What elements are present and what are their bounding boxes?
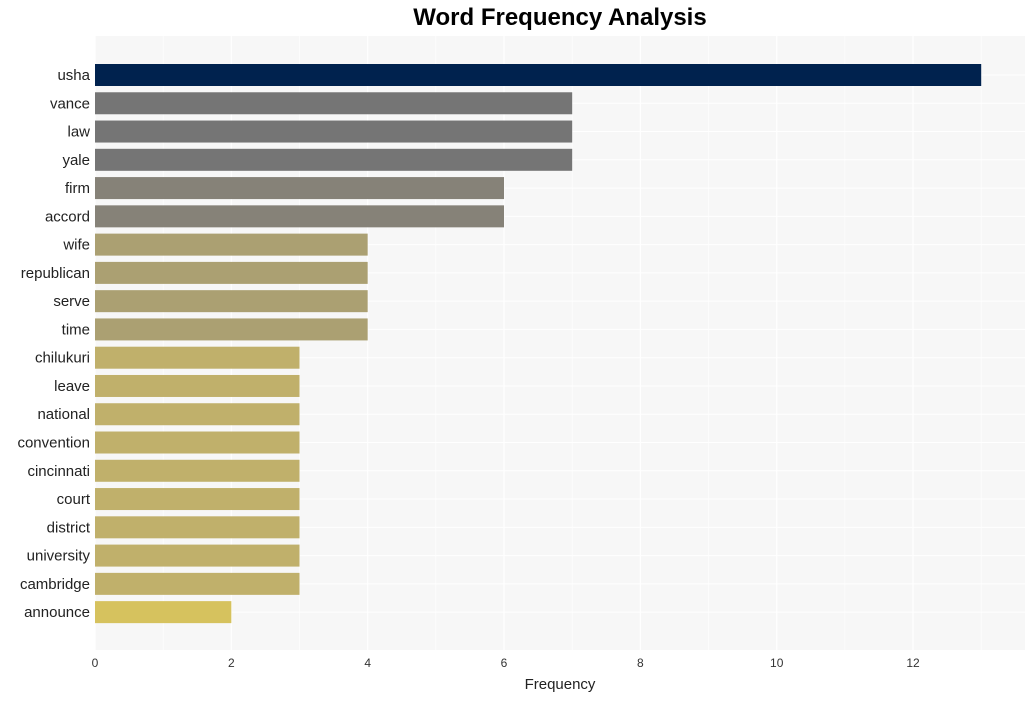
category-label: wife [62,237,90,254]
category-label: convention [17,435,90,452]
x-axis-title: Frequency [525,676,596,693]
x-tick-label: 12 [906,656,920,670]
category-label: announce [24,604,90,621]
category-label: usha [57,67,90,84]
category-label: district [47,519,91,536]
bar-vance [95,92,573,115]
category-label: accord [45,208,90,225]
bar-announce [95,601,232,624]
bar-leave [95,374,300,397]
category-label: national [37,406,90,423]
bar-chart: usha vance law yale firm accord wife republican… [17,36,1025,693]
bar-serve [95,290,368,313]
x-tick-label: 2 [228,656,235,670]
category-label: time [62,321,90,338]
category-label: serve [53,293,90,310]
bar-law [95,120,573,143]
bar-district [95,516,300,539]
bar-cambridge [95,572,300,595]
category-label: law [67,124,90,141]
bar-yale [95,148,573,171]
x-tick-labels: 0 2 4 6 8 10 12 [92,656,920,670]
bar-usha [95,64,982,86]
category-label: republican [21,265,90,282]
bar-national [95,403,300,426]
x-tick-label: 4 [364,656,371,670]
bar-firm [95,177,505,200]
category-label: leave [54,378,90,395]
bar-republican [95,261,368,284]
x-tick-label: 6 [501,656,508,670]
x-tick-label: 0 [92,656,99,670]
bar-time [95,318,368,341]
bar-university [95,544,300,567]
category-label: cincinnati [27,463,90,480]
category-label: firm [65,180,90,197]
category-labels: usha vance law yale firm accord wife republican… [17,67,90,621]
category-label: chilukuri [35,350,90,367]
bar-court [95,488,300,511]
bar-chilukuri [95,346,300,369]
bar-convention [95,431,300,454]
x-tick-label: 8 [637,656,644,670]
category-label: university [27,548,91,565]
category-label: court [57,491,91,508]
category-label: cambridge [20,576,90,593]
bar-cincinnati [95,459,300,482]
category-label: vance [50,95,90,112]
category-label: yale [62,152,90,169]
bar-wife [95,233,368,256]
x-tick-label: 10 [770,656,784,670]
bar-accord [95,205,505,228]
